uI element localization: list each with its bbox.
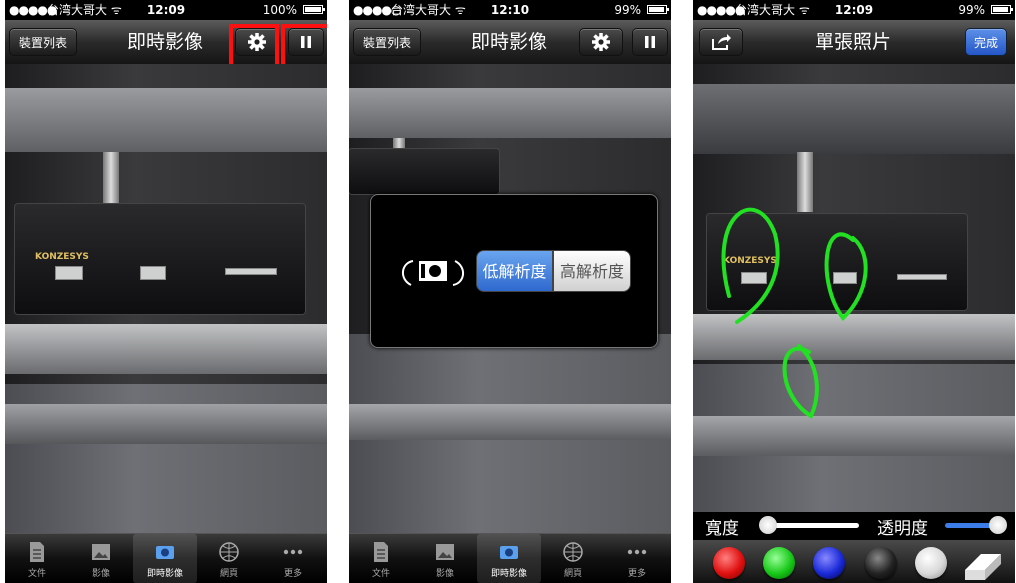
brush-controls: 寬度 透明度 [693, 512, 1015, 540]
image-icon [436, 544, 454, 560]
tab-bar: 文件 影像 即時影像 網頁 更多 [5, 533, 327, 583]
opacity-slider[interactable] [945, 516, 1007, 534]
tab-live-view[interactable]: 即時影像 [133, 534, 197, 583]
status-bar: ●●●●○ 台湾大哥大 ᯤ 12:10 99% [349, 0, 671, 20]
width-slider-thumb[interactable] [759, 516, 777, 534]
opacity-label: 透明度 [877, 519, 928, 539]
eraser-icon[interactable] [961, 546, 1005, 582]
screen-resolution-dialog: ●●●●○ 台湾大哥大 ᯤ 12:10 99% 裝置列表 即時影像 低解析度 高… [349, 0, 671, 583]
tab-web[interactable]: 網頁 [197, 534, 261, 583]
color-green[interactable] [763, 547, 795, 579]
device-list-button[interactable]: 裝置列表 [9, 28, 77, 56]
done-button[interactable]: 完成 [965, 28, 1007, 56]
tab-label: 影像 [91, 569, 110, 579]
tab-web[interactable]: 網頁 [541, 534, 605, 583]
device-image [349, 149, 499, 194]
tab-label: 文件 [371, 569, 390, 579]
pause-button[interactable] [632, 28, 668, 56]
tab-bar: 文件 影像 即時影像 網頁 更多 [349, 533, 671, 583]
tab-live-view[interactable]: 即時影像 [477, 534, 541, 583]
nav-bar: 單張照片 完成 [693, 20, 1015, 65]
color-palette [693, 540, 1015, 583]
page-title: 即時影像 [470, 31, 547, 53]
color-blue[interactable] [813, 547, 845, 579]
battery-percent: 99% [958, 3, 985, 17]
width-slider[interactable] [759, 516, 859, 534]
battery-icon [647, 5, 669, 14]
color-white[interactable] [915, 547, 947, 579]
image-icon [92, 544, 110, 560]
tab-label: 更多 [627, 569, 646, 579]
share-icon [712, 34, 731, 50]
status-bar: ●●●●● 台湾大哥大 ᯤ 12:09 99% [693, 0, 1015, 20]
share-button[interactable] [699, 28, 743, 56]
tab-label: 更多 [283, 569, 302, 579]
document-icon [30, 542, 44, 562]
status-bar: ●●●●● 台湾大哥大 ᯤ 12:09 100% [5, 0, 327, 20]
settings-button[interactable] [579, 28, 623, 56]
tab-label: 網頁 [219, 569, 238, 579]
opacity-slider-thumb[interactable] [989, 516, 1007, 534]
color-black[interactable] [865, 547, 897, 579]
globe-icon [219, 542, 239, 562]
tab-label: 即時影像 [146, 569, 183, 579]
high-resolution-option[interactable]: 高解析度 [553, 250, 631, 292]
tab-label: 文件 [27, 569, 46, 579]
tab-label: 影像 [435, 569, 454, 579]
drawing-overlay [721, 207, 868, 419]
tab-more[interactable]: 更多 [261, 534, 325, 583]
camera-icon [156, 546, 174, 559]
tab-label: 即時影像 [490, 569, 527, 579]
more-icon [283, 549, 303, 555]
battery-icon [303, 5, 325, 14]
nav-bar: 裝置列表 即時影像 [349, 20, 671, 65]
page-title: 單張照片 [814, 31, 891, 53]
photo-canvas[interactable]: KONZESYS [693, 64, 1015, 512]
battery-percent: 99% [614, 3, 641, 17]
tab-documents[interactable]: 文件 [349, 534, 413, 583]
tab-label: 網頁 [563, 569, 582, 579]
more-icon [627, 549, 647, 555]
camera-icon [500, 546, 518, 559]
resolution-dialog: 低解析度 高解析度 [370, 194, 658, 348]
screen-single-photo: ●●●●● 台湾大哥大 ᯤ 12:09 99% 單張照片 完成 KONZESYS [693, 0, 1015, 583]
low-resolution-option[interactable]: 低解析度 [476, 250, 553, 292]
screen-live-view: ●●●●● 台湾大哥大 ᯤ 12:09 100% 裝置列表 即時影像 a b K… [5, 0, 327, 583]
tab-images[interactable]: 影像 [69, 534, 133, 583]
battery-icon [991, 5, 1013, 14]
tab-documents[interactable]: 文件 [5, 534, 69, 583]
battery-percent: 100% [262, 3, 297, 17]
tab-images[interactable]: 影像 [413, 534, 477, 583]
globe-icon [563, 542, 583, 562]
gear-icon [592, 33, 610, 51]
device-image: KONZESYS [15, 204, 305, 314]
tab-more[interactable]: 更多 [605, 534, 669, 583]
document-icon [374, 542, 388, 562]
camera-feed: KONZESYS [5, 64, 327, 534]
pause-icon [645, 36, 655, 48]
camera-rotate-icon [402, 260, 464, 286]
width-label: 寬度 [705, 519, 739, 539]
page-title: 即時影像 [126, 31, 203, 53]
color-red[interactable] [713, 547, 745, 579]
device-list-button[interactable]: 裝置列表 [353, 28, 421, 56]
